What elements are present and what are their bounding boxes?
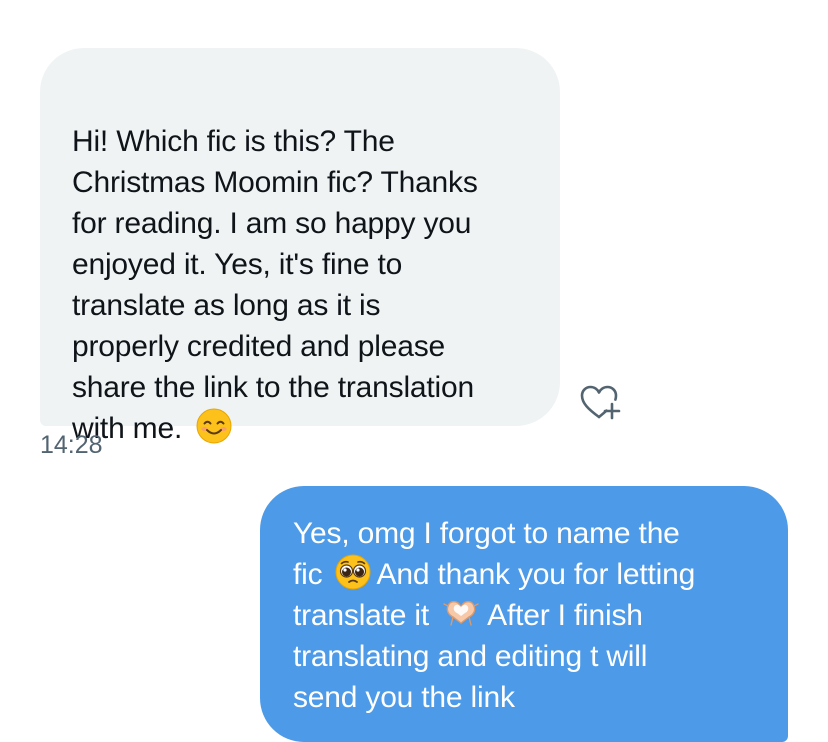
incoming-message-bubble[interactable]: Hi! Which fic is this? The Christmas Moo… bbox=[40, 48, 560, 445]
message-line-last: with me. bbox=[72, 408, 542, 449]
message-line: fic And thank you for letting bbox=[293, 554, 773, 595]
heart-hands-emoji bbox=[443, 600, 479, 626]
message-line: Yes, omg I forgot to name the bbox=[293, 517, 680, 550]
outgoing-message-bubble[interactable]: Yes, omg I forgot to name the fic And th… bbox=[260, 486, 788, 742]
message-timestamp: 14:28 bbox=[40, 431, 103, 459]
message-line: translate it After I finish bbox=[293, 595, 773, 636]
message-line: Christmas Moomin fic? Thanks bbox=[72, 166, 478, 199]
message-line-text: translate it bbox=[293, 599, 429, 632]
message-line: enjoyed it. Yes, it's fine to bbox=[72, 248, 403, 281]
message-line: send you the link bbox=[293, 681, 515, 714]
message-line: properly credited and please bbox=[72, 330, 445, 363]
message-line-text: After I finish bbox=[487, 599, 643, 632]
message-line: Hi! Which fic is this? The bbox=[72, 125, 395, 158]
message-line: for reading. I am so happy you bbox=[72, 207, 472, 240]
pleading-face-emoji bbox=[335, 554, 371, 590]
outgoing-message-text: Yes, omg I forgot to name the fic And th… bbox=[293, 513, 773, 718]
message-line: translating and editing t will bbox=[293, 640, 648, 673]
message-line-text: And thank you for letting bbox=[376, 558, 696, 591]
message-line: translate as long as it is bbox=[72, 289, 381, 322]
message-line-text: fic bbox=[293, 558, 323, 591]
add-reaction-button[interactable] bbox=[578, 383, 624, 423]
smiling-face-emoji bbox=[196, 408, 232, 444]
message-line: share the link to the translation bbox=[72, 371, 474, 404]
incoming-message-text: Hi! Which fic is this? The Christmas Moo… bbox=[72, 121, 542, 449]
heart-plus-icon bbox=[580, 385, 621, 420]
